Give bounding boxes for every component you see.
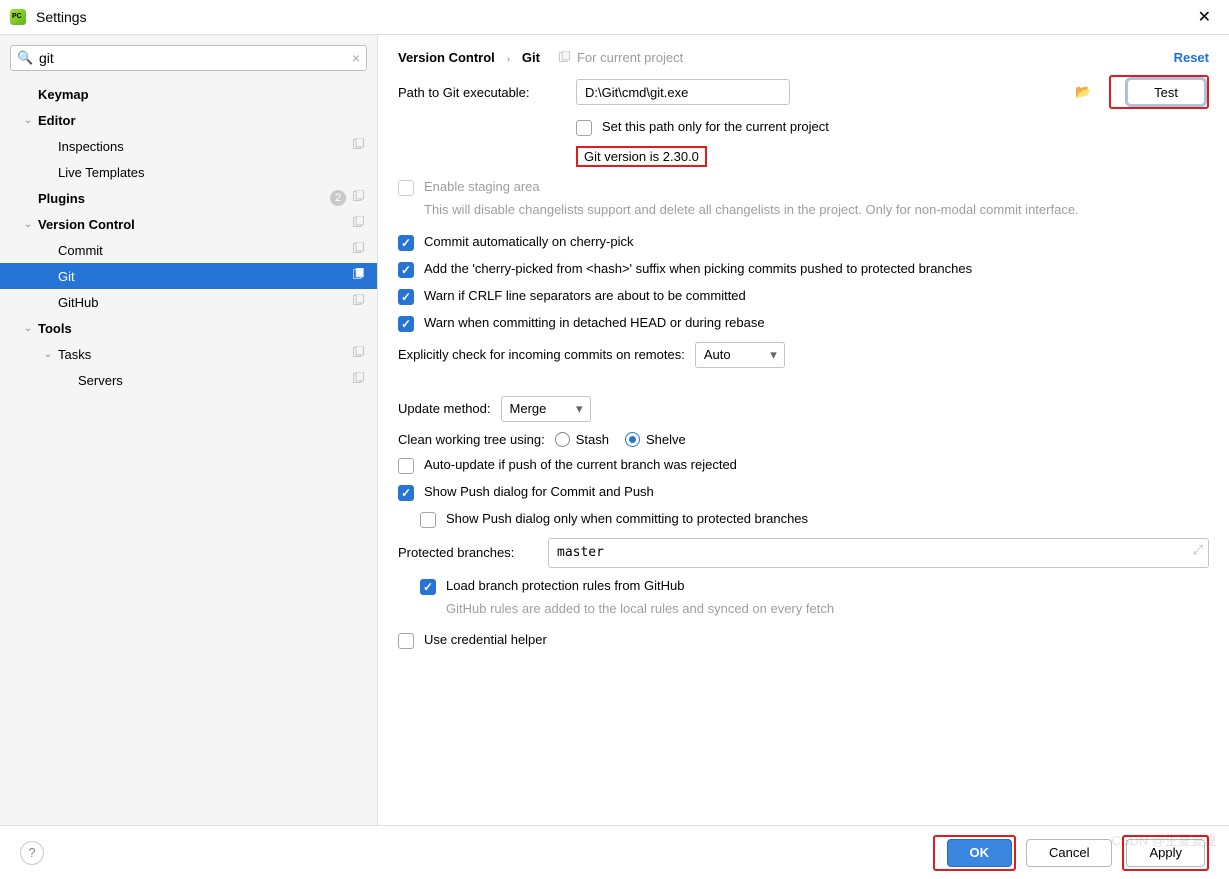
explicit-check-select[interactable]: Auto (695, 342, 785, 368)
commit-auto-label: Commit automatically on cherry-pick (424, 234, 634, 249)
sidebar: 🔍 × Keymap⌄EditorInspectionsLive Templat… (0, 35, 378, 825)
update-method-select[interactable]: Merge (501, 396, 591, 422)
warn-detached-checkbox[interactable] (398, 316, 414, 332)
use-credential-label: Use credential helper (424, 632, 547, 647)
stash-radio[interactable] (555, 432, 570, 447)
load-branch-rules-help: GitHub rules are added to the local rule… (446, 599, 1209, 619)
clear-icon[interactable]: × (352, 50, 360, 66)
commit-auto-checkbox[interactable] (398, 235, 414, 251)
protected-branches-input[interactable] (548, 538, 1209, 568)
shelve-radio[interactable] (625, 432, 640, 447)
use-credential-checkbox[interactable] (398, 633, 414, 649)
sidebar-item-plugins[interactable]: Plugins2 (0, 185, 377, 211)
explicit-check-label: Explicitly check for incoming commits on… (398, 347, 685, 362)
warn-detached-label: Warn when committing in detached HEAD or… (424, 315, 765, 330)
update-method-label: Update method: (398, 401, 491, 416)
sidebar-item-git[interactable]: Git (0, 263, 377, 289)
clean-tree-label: Clean working tree using: (398, 432, 545, 447)
auto-update-push-label: Auto-update if push of the current branc… (424, 457, 737, 472)
show-push-protected-checkbox[interactable] (420, 512, 436, 528)
sidebar-item-version-control[interactable]: ⌄Version Control (0, 211, 377, 237)
enable-staging-help: This will disable changelists support an… (424, 200, 1209, 220)
for-project-label: For current project (558, 50, 683, 65)
sidebar-item-live-templates[interactable]: Live Templates (0, 159, 377, 185)
sidebar-item-github[interactable]: GitHub (0, 289, 377, 315)
cherry-suffix-label: Add the 'cherry-picked from <hash>' suff… (424, 261, 972, 276)
window-title: Settings (36, 9, 87, 25)
content-area: Version Control › Git For current projec… (378, 35, 1229, 825)
breadcrumb-vc[interactable]: Version Control (398, 50, 495, 65)
sidebar-item-tools[interactable]: ⌄Tools (0, 315, 377, 341)
show-push-dialog-checkbox[interactable] (398, 485, 414, 501)
sidebar-item-tasks[interactable]: ⌄Tasks (0, 341, 377, 367)
close-icon[interactable]: ✕ (1190, 3, 1219, 31)
apply-button[interactable]: Apply (1126, 839, 1205, 867)
folder-icon[interactable]: 📂 (1075, 84, 1091, 100)
cherry-suffix-checkbox[interactable] (398, 262, 414, 278)
footer: ? OK Cancel Apply (0, 825, 1229, 879)
stash-label: Stash (576, 432, 609, 447)
search-input[interactable] (10, 45, 367, 71)
set-path-only-label: Set this path only for the current proje… (602, 119, 829, 134)
sidebar-item-commit[interactable]: Commit (0, 237, 377, 263)
search-icon: 🔍 (17, 50, 33, 66)
sidebar-item-servers[interactable]: Servers (0, 367, 377, 393)
git-version-text: Git version is 2.30.0 (576, 146, 707, 167)
copy-icon (558, 51, 571, 64)
app-icon (10, 9, 26, 25)
help-button[interactable]: ? (20, 841, 44, 865)
show-push-dialog-label: Show Push dialog for Commit and Push (424, 484, 654, 499)
ok-button[interactable]: OK (947, 839, 1013, 867)
auto-update-push-checkbox[interactable] (398, 458, 414, 474)
enable-staging-label: Enable staging area (424, 179, 540, 194)
content-header: Version Control › Git For current projec… (378, 35, 1229, 75)
cancel-button[interactable]: Cancel (1026, 839, 1112, 867)
set-path-only-checkbox[interactable] (576, 120, 592, 136)
expand-icon[interactable]: ⤢ (1193, 542, 1203, 558)
breadcrumb: Version Control › Git (398, 49, 540, 65)
settings-tree: Keymap⌄EditorInspectionsLive TemplatesPl… (0, 81, 377, 825)
protected-label: Protected branches: (398, 545, 548, 560)
sidebar-item-keymap[interactable]: Keymap (0, 81, 377, 107)
reset-link[interactable]: Reset (1174, 50, 1209, 65)
load-branch-rules-checkbox[interactable] (420, 579, 436, 595)
git-path-input[interactable] (576, 79, 790, 105)
show-push-protected-label: Show Push dialog only when committing to… (446, 511, 808, 526)
breadcrumb-git: Git (522, 50, 540, 65)
search-wrapper: 🔍 × (10, 45, 367, 71)
load-branch-rules-label: Load branch protection rules from GitHub (446, 578, 684, 593)
titlebar: Settings ✕ (0, 0, 1229, 35)
test-button[interactable]: Test (1127, 79, 1205, 105)
sidebar-item-inspections[interactable]: Inspections (0, 133, 377, 159)
warn-crlf-checkbox[interactable] (398, 289, 414, 305)
enable-staging-checkbox (398, 180, 414, 196)
sidebar-item-editor[interactable]: ⌄Editor (0, 107, 377, 133)
shelve-label: Shelve (646, 432, 686, 447)
path-label: Path to Git executable: (398, 85, 576, 100)
warn-crlf-label: Warn if CRLF line separators are about t… (424, 288, 746, 303)
